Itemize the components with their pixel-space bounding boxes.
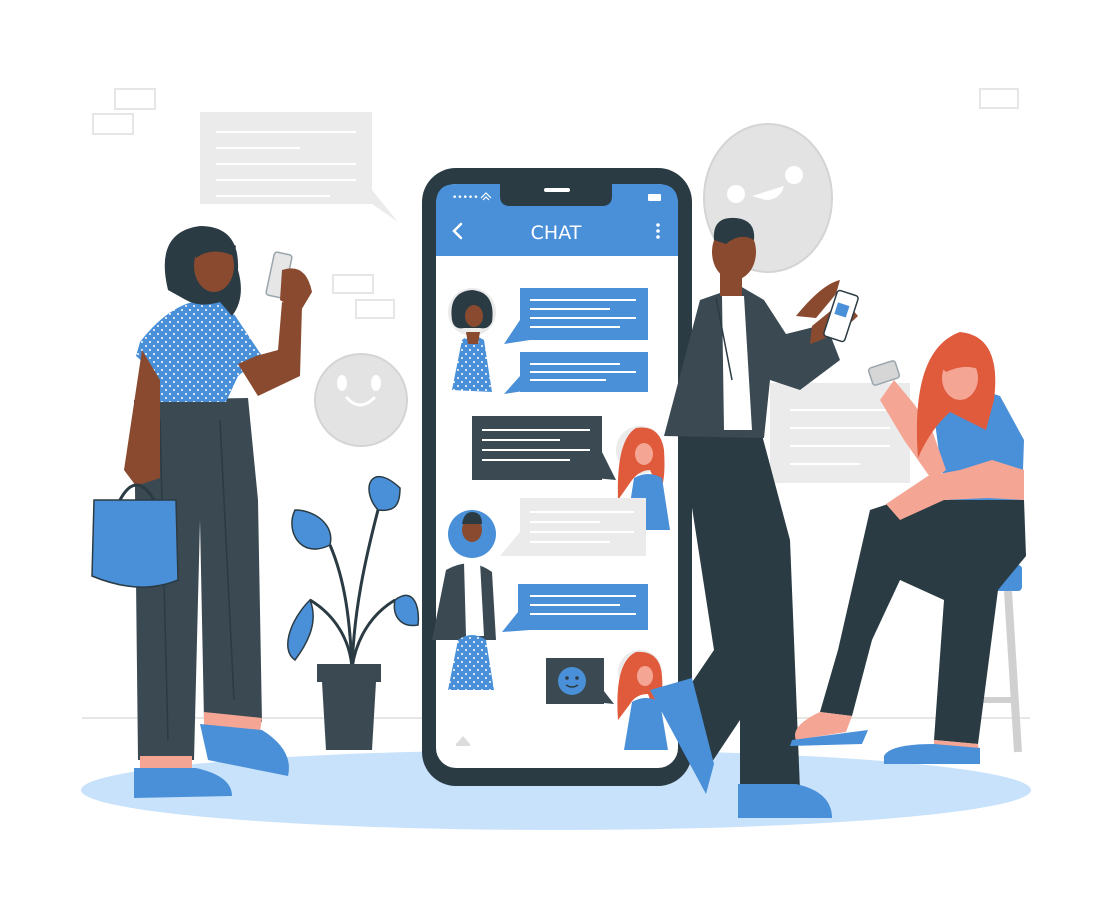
leaf bbox=[291, 509, 332, 550]
message-bubble[interactable] bbox=[502, 584, 648, 632]
bg-rectangle bbox=[332, 274, 374, 294]
smiley-face-icon bbox=[314, 353, 408, 447]
message-bubble[interactable] bbox=[472, 416, 616, 480]
handbag-icon bbox=[91, 483, 179, 588]
bg-rectangle bbox=[979, 88, 1019, 109]
message-bubble[interactable] bbox=[500, 498, 646, 556]
bg-rectangle bbox=[92, 113, 134, 135]
plant-pot bbox=[322, 682, 376, 750]
message-bubble[interactable] bbox=[504, 288, 648, 344]
potted-plant bbox=[287, 475, 420, 750]
more-vertical-icon[interactable] bbox=[656, 223, 660, 239]
message-bubble-emoji[interactable] bbox=[546, 658, 614, 704]
phone-speaker bbox=[544, 188, 570, 192]
chat-title: CHAT bbox=[531, 222, 582, 244]
message-bubble[interactable] bbox=[504, 352, 648, 394]
leaf bbox=[287, 598, 314, 662]
woman-standing-left bbox=[91, 226, 312, 798]
bg-rectangle bbox=[114, 88, 156, 110]
phone: ••••• CHAT bbox=[422, 168, 692, 786]
leaf bbox=[393, 594, 420, 627]
plant-pot-rim bbox=[317, 664, 381, 682]
phone-notch bbox=[500, 184, 612, 206]
leaf bbox=[368, 475, 401, 512]
emoji-face-icon bbox=[558, 667, 586, 695]
bg-speech-bubble bbox=[200, 112, 398, 222]
signal-icon: ••••• bbox=[452, 193, 479, 203]
bg-rectangle bbox=[355, 299, 395, 319]
battery-icon bbox=[648, 194, 661, 201]
chat-illustration: ••••• CHAT bbox=[81, 88, 1031, 830]
